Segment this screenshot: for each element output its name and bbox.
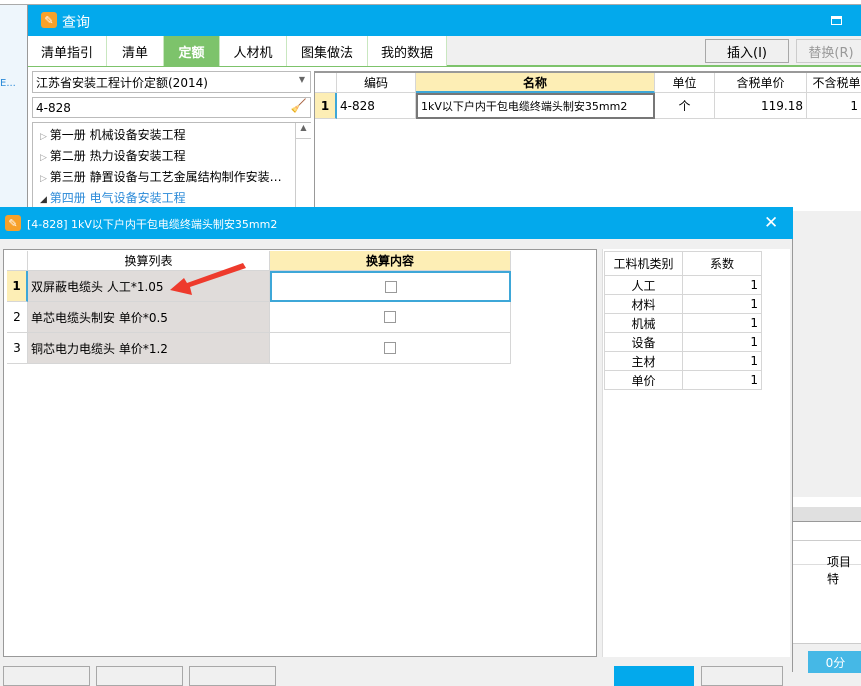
- tab-label: 我的数据: [380, 45, 433, 61]
- query-title: 查询: [62, 15, 90, 31]
- tab-my-data[interactable]: 我的数据: [368, 36, 447, 66]
- score-button[interactable]: 0分: [808, 651, 861, 673]
- conversion-dialog: ✎ [4-828] 1kV以下户内干包电缆终端头制安35mm2 ✕ 换算列表 换…: [0, 207, 793, 686]
- expand-icon: ▷: [40, 174, 50, 184]
- grid-cell-name[interactable]: 1kV以下户内干包电缆终端头制安35mm2: [416, 93, 655, 119]
- coef-type: 人工: [604, 276, 683, 295]
- coef-type: 机械: [604, 314, 683, 333]
- grid-cell-price-notax[interactable]: 1: [807, 93, 861, 119]
- tree-scrollbar[interactable]: ▲: [295, 123, 311, 213]
- grid-row-number[interactable]: 1: [315, 93, 337, 119]
- conv-row-text: 单芯电缆头制安 单价*0.5: [28, 302, 270, 333]
- tab-quota[interactable]: 定额: [164, 36, 220, 66]
- coefficient-panel: 工料机类别 系数 人工 1 材料 1 机械 1 设备 1 主材 1 单价 1: [602, 249, 790, 657]
- grid-cell-price-tax[interactable]: 119.18: [715, 93, 807, 119]
- search-input-value: 4-828: [36, 100, 71, 115]
- conv-row-number[interactable]: 1: [7, 271, 28, 302]
- grid-header-unit[interactable]: 单位: [655, 73, 715, 93]
- red-arrow-annotation: [170, 263, 246, 295]
- tree-item[interactable]: ▷ 第一册 机械设备安装工程: [40, 125, 186, 147]
- quota-select[interactable]: 江苏省安装工程计价定额(2014) ▼: [32, 71, 311, 93]
- dialog-titlebar: ✎ [4-828] 1kV以下户内干包电缆终端头制安35mm2 ✕: [0, 207, 793, 239]
- conv-checkbox[interactable]: [384, 342, 396, 354]
- grid-header-price-notax[interactable]: 不含税单: [807, 73, 861, 93]
- background-right-panel: 项目特 0分: [793, 497, 861, 673]
- conv-checkbox[interactable]: [384, 280, 397, 293]
- conv-row-text: 铜芯电力电缆头 单价*1.2: [28, 333, 270, 364]
- background-sidebar-text[interactable]: E...: [0, 78, 16, 89]
- coef-header-type: 工料机类别: [604, 251, 683, 276]
- dialog-footer-button-2[interactable]: [96, 666, 183, 686]
- expand-icon: ▷: [40, 153, 50, 163]
- tab-bill[interactable]: 清单: [107, 36, 164, 66]
- cancel-button[interactable]: [701, 666, 783, 686]
- app-logo-icon: ✎: [5, 215, 21, 231]
- search-input[interactable]: 4-828 🧹: [32, 97, 311, 118]
- coef-value[interactable]: 1: [683, 352, 762, 371]
- tab-label: 清单指引: [40, 45, 93, 61]
- tree-item-label: 第二册 热力设备安装工程: [49, 149, 186, 163]
- conv-header-rownum: [7, 251, 28, 271]
- grid-header-name[interactable]: 名称: [416, 73, 655, 93]
- dialog-title: [4-828] 1kV以下户内干包电缆终端头制安35mm2: [27, 218, 278, 231]
- coef-type: 材料: [604, 295, 683, 314]
- collapse-icon: ◢: [40, 195, 50, 205]
- coef-value[interactable]: 1: [683, 371, 762, 390]
- coef-type: 主材: [604, 352, 683, 371]
- conv-row-checkbox-cell[interactable]: [270, 271, 511, 302]
- coef-value[interactable]: 1: [683, 333, 762, 352]
- coef-value[interactable]: 1: [683, 295, 762, 314]
- conversion-grid: 换算列表 换算内容 1 双屏蔽电缆头 人工*1.05 2 单芯电缆头制安 单价*…: [3, 249, 597, 657]
- query-titlebar: ✎ 查询: [28, 5, 861, 36]
- tab-atlas[interactable]: 图集做法: [287, 36, 368, 66]
- conv-row-checkbox-cell[interactable]: [270, 302, 511, 333]
- tab-label: 清单: [121, 45, 148, 61]
- close-icon[interactable]: ✕: [764, 213, 778, 233]
- quota-select-value: 江苏省安装工程计价定额(2014): [36, 75, 208, 90]
- coef-header-value: 系数: [683, 251, 762, 276]
- conv-checkbox[interactable]: [384, 311, 396, 323]
- tab-labor-material[interactable]: 人材机: [220, 36, 287, 66]
- grid-cell-code[interactable]: 4-828: [337, 93, 416, 119]
- coef-type: 单价: [604, 371, 683, 390]
- tree-item[interactable]: ▷ 第二册 热力设备安装工程: [40, 146, 186, 168]
- tab-label: 人材机: [233, 45, 273, 61]
- clear-broom-icon[interactable]: 🧹: [291, 99, 307, 114]
- conv-row-number[interactable]: 3: [7, 333, 28, 364]
- dropdown-arrow-icon: ▼: [298, 75, 305, 84]
- tab-bill-guide[interactable]: 清单指引: [28, 36, 107, 66]
- expand-icon: ▷: [40, 132, 50, 142]
- grid-header-price-tax[interactable]: 含税单价: [715, 73, 807, 93]
- confirm-button[interactable]: [614, 666, 694, 686]
- tree-item[interactable]: ▷ 第三册 静置设备与工艺金属结构制作安装…: [40, 167, 292, 189]
- tree-item-label: 第三册 静置设备与工艺金属结构制作安装…: [49, 170, 282, 184]
- grid-header-code[interactable]: 编码: [337, 73, 416, 93]
- grid-cell-unit[interactable]: 个: [655, 93, 715, 119]
- tree-item-label: 第四册 电气设备安装工程: [49, 191, 186, 205]
- maximize-icon[interactable]: [831, 16, 842, 25]
- quota-grid: 编码 名称 单位 含税单价 不含税单 1 4-828 1kV以下户内干包电缆终端…: [314, 71, 861, 211]
- insert-button[interactable]: 插入(I): [705, 39, 789, 63]
- tab-label: 定额: [178, 45, 205, 61]
- dialog-footer-button-3[interactable]: [189, 666, 276, 686]
- tree-item-label: 第一册 机械设备安装工程: [49, 128, 186, 142]
- conv-header-content[interactable]: 换算内容: [270, 251, 511, 271]
- replace-button[interactable]: 替换(R): [796, 39, 861, 63]
- conv-row-checkbox-cell[interactable]: [270, 333, 511, 364]
- grid-header-rownum: [315, 73, 337, 93]
- background-sidebar: [0, 5, 27, 207]
- conv-row-number[interactable]: 2: [7, 302, 28, 333]
- coef-type: 设备: [604, 333, 683, 352]
- coef-value[interactable]: 1: [683, 314, 762, 333]
- coef-value[interactable]: 1: [683, 276, 762, 295]
- tab-label: 图集做法: [300, 45, 353, 61]
- dialog-footer-button-1[interactable]: [3, 666, 90, 686]
- project-feature-label: 项目特: [827, 555, 852, 586]
- app-logo-icon: ✎: [41, 12, 57, 28]
